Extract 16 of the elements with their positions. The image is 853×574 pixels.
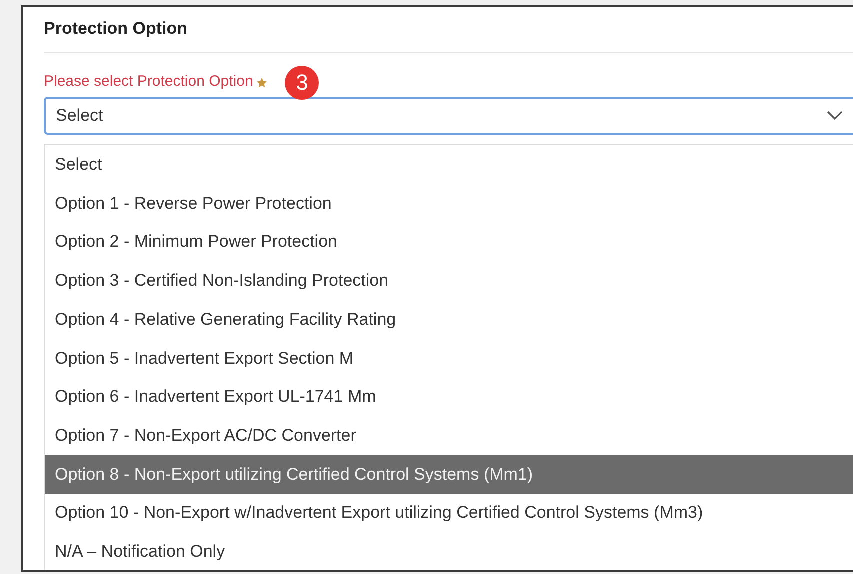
section-title: Protection Option (44, 7, 853, 52)
dropdown-option[interactable]: Option 5 - Inadvertent Export Section M (45, 338, 853, 378)
dropdown-option[interactable]: Option 4 - Relative Generating Facility Rating (45, 300, 853, 339)
dropdown-option[interactable]: Option 7 - Non-Export AC/DC Converter (45, 416, 853, 455)
step-badge: 3 (285, 66, 320, 100)
dropdown-option[interactable]: Option 10 - Non-Export w/Inadvertent Export utilizing Certified Control Systems (Mm3) (45, 494, 853, 532)
field-label: Please select Protection Option (44, 72, 254, 92)
dropdown-option[interactable]: Select (45, 146, 853, 184)
dropdown-option[interactable]: Option 1 - Reverse Power Protection (45, 184, 853, 223)
dropdown-option[interactable]: N/A – Notification Only (45, 532, 853, 570)
dropdown-option[interactable]: Option 6 - Inadvertent Export UL-1741 Mm (45, 378, 853, 416)
protection-select[interactable]: Select (44, 96, 853, 134)
dropdown-option[interactable]: Option 2 - Minimum Power Protection (45, 222, 853, 262)
chevron-down-icon (827, 110, 843, 120)
dropdown-option[interactable]: Option 3 - Certified Non-Islanding Protection (45, 262, 853, 300)
dropdown-option[interactable]: Option 8 - Non-Export utilizing Certified Control Systems (Mm1) (45, 455, 853, 494)
